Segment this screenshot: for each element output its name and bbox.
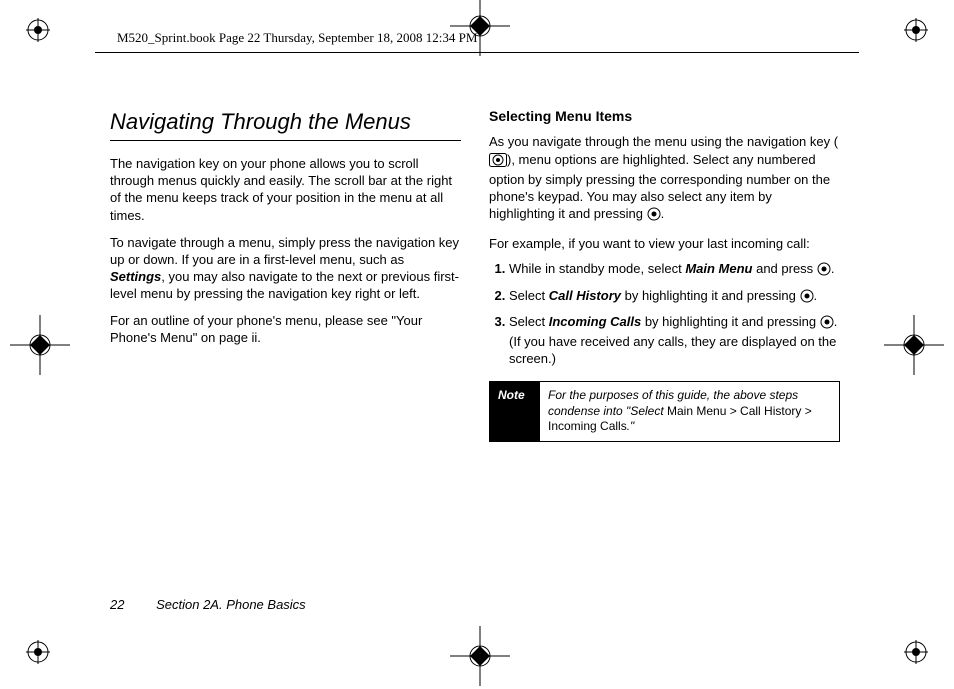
page-title: Navigating Through the Menus <box>110 107 461 141</box>
registration-mark-icon <box>904 640 928 664</box>
text-bold: Call History <box>549 288 621 303</box>
note-text: For the purposes of this guide, the abov… <box>540 382 839 441</box>
steps-list: While in standby mode, select Main Menu … <box>489 260 840 367</box>
section-name: Section 2A. Phone Basics <box>156 597 306 612</box>
text-bold: Incoming Calls <box>549 314 641 329</box>
text: by highlighting it and pressing <box>621 288 800 303</box>
text: , you may also navigate to the next or p… <box>110 269 459 301</box>
text-bold: Main Menu <box>685 261 752 276</box>
text: . <box>661 206 665 221</box>
ok-key-icon <box>800 289 814 307</box>
ok-key-icon <box>647 207 661 225</box>
text: . <box>814 288 818 303</box>
text: . <box>831 261 835 276</box>
note-label: Note <box>490 382 540 441</box>
text: by highlighting it and pressing <box>641 314 820 329</box>
text: While in standby mode, select <box>509 261 685 276</box>
note-box: Note For the purposes of this guide, the… <box>489 381 840 442</box>
paragraph: For an outline of your phone's menu, ple… <box>110 312 461 346</box>
text: To navigate through a menu, simply press… <box>110 235 459 267</box>
ok-key-icon <box>820 315 834 333</box>
paragraph: To navigate through a menu, simply press… <box>110 234 461 303</box>
text: ." <box>627 419 635 433</box>
text-bold: Settings <box>110 269 161 284</box>
crop-mark-icon <box>884 315 944 375</box>
page-footer: 22 Section 2A. Phone Basics <box>110 597 306 612</box>
paragraph: For example, if you want to view your la… <box>489 235 840 252</box>
text: Select <box>509 288 549 303</box>
ok-key-icon <box>817 262 831 280</box>
registration-mark-icon <box>26 18 50 42</box>
crop-mark-icon <box>450 0 510 56</box>
left-column: Navigating Through the Menus The navigat… <box>110 107 461 442</box>
paragraph: The navigation key on your phone allows … <box>110 155 461 224</box>
list-item: While in standby mode, select Main Menu … <box>509 260 840 280</box>
registration-mark-icon <box>904 18 928 42</box>
text: As you navigate through the menu using t… <box>489 134 838 149</box>
registration-mark-icon <box>26 640 50 664</box>
crop-mark-icon <box>10 315 70 375</box>
list-item: Select Call History by highlighting it a… <box>509 287 840 307</box>
paragraph: As you navigate through the menu using t… <box>489 133 840 225</box>
text: Select <box>509 314 549 329</box>
crop-mark-icon <box>450 626 510 686</box>
list-item: Select Incoming Calls by highlighting it… <box>509 313 840 367</box>
page-number: 22 <box>110 597 124 612</box>
section-heading: Selecting Menu Items <box>489 107 840 125</box>
text: and press <box>752 261 816 276</box>
right-column: Selecting Menu Items As you navigate thr… <box>489 107 840 442</box>
navigation-key-icon <box>489 153 507 171</box>
page-content: Navigating Through the Menus The navigat… <box>110 107 840 442</box>
header-text: M520_Sprint.book Page 22 Thursday, Septe… <box>117 30 477 46</box>
